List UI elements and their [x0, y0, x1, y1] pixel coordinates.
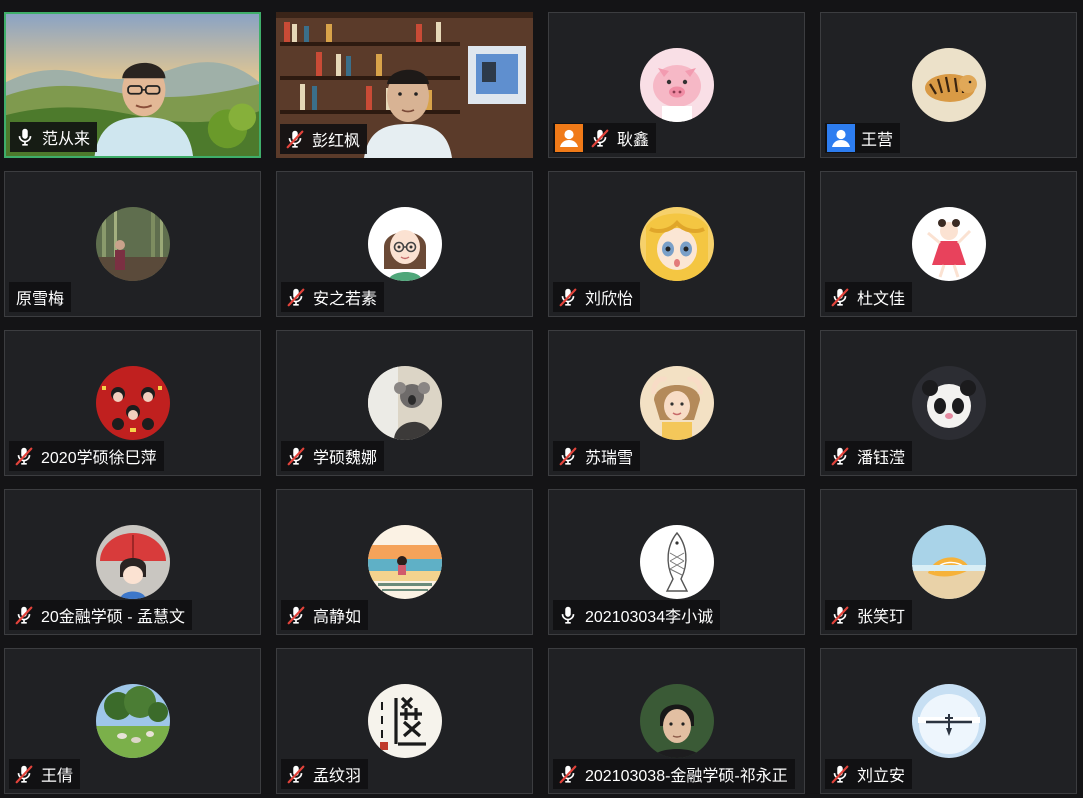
name-tag: 刘欣怡: [553, 282, 641, 312]
name-tag: 王倩: [9, 759, 81, 789]
avatar: [639, 525, 714, 599]
participant-tile[interactable]: 高静如: [276, 489, 533, 635]
participant-tile[interactable]: 范从来: [4, 12, 261, 158]
participant-name: 刘立安: [857, 768, 906, 785]
participant-name: 20金融学硕 - 孟慧文: [41, 609, 186, 626]
participant-name: 2020学硕徐巳萍: [41, 450, 157, 467]
avatar: [367, 207, 442, 281]
participant-name: 刘欣怡: [585, 291, 634, 308]
participant-tile[interactable]: 苏瑞雪: [548, 330, 805, 476]
mic-muted-icon: [13, 763, 35, 785]
participant-tile[interactable]: 刘立安: [820, 648, 1077, 794]
avatar: [639, 48, 714, 122]
avatar: [367, 366, 442, 440]
mic-muted-icon: [589, 127, 611, 149]
name-tag: 2020学硕徐巳萍: [9, 441, 164, 471]
mic-muted-icon: [557, 763, 579, 785]
name-tag: 原雪梅: [9, 282, 72, 312]
mic-muted-icon: [829, 286, 851, 308]
mic-muted-icon: [557, 445, 579, 467]
mic-icon: [14, 126, 36, 148]
avatar: [911, 207, 986, 281]
participant-name: 原雪梅: [16, 291, 65, 308]
participant-name: 杜文佳: [857, 291, 906, 308]
name-tag: 202103038-金融学硕-祁永正: [553, 759, 795, 789]
participant-name: 王倩: [41, 768, 74, 785]
mic-muted-icon: [557, 286, 579, 308]
name-tag: 潘钰滢: [825, 441, 913, 471]
name-tag: 范从来: [10, 122, 98, 152]
mic-muted-icon: [285, 286, 307, 308]
name-tag: 学硕魏娜: [281, 441, 385, 471]
user-icon: [827, 124, 855, 152]
participant-tile[interactable]: 孟纹羽: [276, 648, 533, 794]
participant-name: 王营: [861, 132, 894, 149]
participant-tile[interactable]: 安之若素: [276, 171, 533, 317]
participant-tile[interactable]: 刘欣怡: [548, 171, 805, 317]
mic-muted-icon: [285, 445, 307, 467]
avatar: [95, 366, 170, 440]
participant-tile[interactable]: 王倩: [4, 648, 261, 794]
participant-tile[interactable]: 202103034李小诚: [548, 489, 805, 635]
avatar: [911, 366, 986, 440]
name-tag: 刘立安: [825, 759, 913, 789]
participant-tile[interactable]: 王营: [820, 12, 1077, 158]
mic-muted-icon: [285, 604, 307, 626]
avatar: [95, 684, 170, 758]
participant-tile[interactable]: 原雪梅: [4, 171, 261, 317]
mic-muted-icon: [829, 604, 851, 626]
avatar: [639, 207, 714, 281]
participant-tile[interactable]: 学硕魏娜: [276, 330, 533, 476]
participant-name: 高静如: [313, 609, 362, 626]
mic-muted-icon: [829, 763, 851, 785]
name-tag: 苏瑞雪: [553, 441, 641, 471]
name-tag: 安之若素: [281, 282, 385, 312]
participant-tile[interactable]: 202103038-金融学硕-祁永正: [548, 648, 805, 794]
name-tag: 高静如: [281, 600, 369, 630]
mic-muted-icon: [284, 128, 306, 150]
participant-name: 孟纹羽: [313, 768, 362, 785]
name-tag: 202103034李小诚: [553, 600, 721, 630]
participant-tile[interactable]: 杜文佳: [820, 171, 1077, 317]
avatar: [367, 684, 442, 758]
participant-name: 彭红枫: [312, 133, 361, 150]
mic-muted-icon: [285, 763, 307, 785]
participant-tile[interactable]: 20金融学硕 - 孟慧文: [4, 489, 261, 635]
participant-tile[interactable]: 耿鑫: [548, 12, 805, 158]
participant-name: 苏瑞雪: [585, 450, 634, 467]
avatar: [95, 525, 170, 599]
mic-muted-icon: [13, 445, 35, 467]
participant-name: 张笑玎: [857, 609, 906, 626]
avatar: [639, 684, 714, 758]
avatar: [911, 525, 986, 599]
participant-name: 范从来: [42, 131, 91, 148]
participant-name: 耿鑫: [617, 132, 650, 149]
avatar: [911, 684, 986, 758]
participant-tile[interactable]: 彭红枫: [276, 12, 533, 158]
participant-name: 学硕魏娜: [313, 450, 378, 467]
name-tag: 耿鑫: [553, 123, 657, 153]
name-tag: 孟纹羽: [281, 759, 369, 789]
participant-tile[interactable]: 2020学硕徐巳萍: [4, 330, 261, 476]
name-tag: 张笑玎: [825, 600, 913, 630]
avatar: [639, 366, 714, 440]
mic-muted-icon: [829, 445, 851, 467]
mic-muted-icon: [13, 604, 35, 626]
name-tag: 杜文佳: [825, 282, 913, 312]
avatar: [911, 48, 986, 122]
name-tag: 20金融学硕 - 孟慧文: [9, 600, 193, 630]
participant-grid: 范从来 彭红枫 耿鑫 王营原雪梅 安之若素 刘欣怡 杜文佳 2020学硕徐巳萍 学硕魏娜 苏瑞雪 潘…: [0, 0, 1083, 798]
mic-icon: [557, 604, 579, 626]
participant-name: 202103034李小诚: [585, 609, 714, 626]
participant-name: 潘钰滢: [857, 450, 906, 467]
name-tag: 王营: [825, 123, 901, 153]
avatar: [367, 525, 442, 599]
participant-tile[interactable]: 张笑玎: [820, 489, 1077, 635]
name-tag: 彭红枫: [280, 124, 368, 154]
participant-name: 202103038-金融学硕-祁永正: [585, 768, 788, 785]
user-icon: [555, 124, 583, 152]
avatar: [95, 207, 170, 281]
participant-name: 安之若素: [313, 291, 378, 308]
participant-tile[interactable]: 潘钰滢: [820, 330, 1077, 476]
